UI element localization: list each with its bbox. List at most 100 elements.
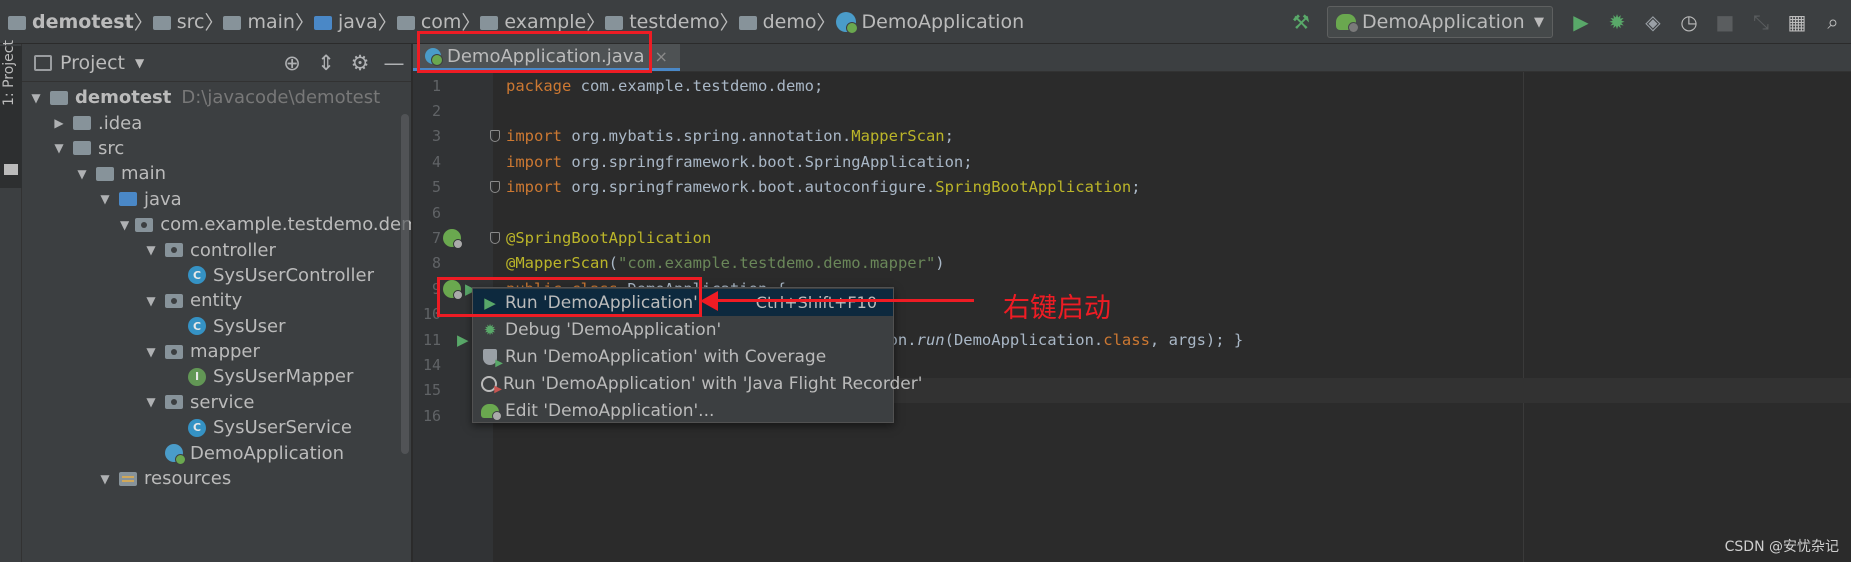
menu-item-debug[interactable]: ✹ Debug 'DemoApplication' <box>473 316 893 343</box>
chevron-down-icon[interactable]: ▼ <box>135 56 144 70</box>
tree-node[interactable]: ▼ mapper <box>22 339 411 364</box>
tree-node-label: resources <box>144 468 232 490</box>
tree-node[interactable]: I SysUserMapper <box>22 364 411 389</box>
fold-marker-icon[interactable] <box>490 232 500 245</box>
code-line[interactable]: 3 import org.mybatis.spring.annotation.Ma… <box>432 124 1851 149</box>
code-token: MapperScan <box>851 127 945 146</box>
gear-icon[interactable]: ⚙ <box>343 51 377 75</box>
expand-arrow-icon[interactable]: ▼ <box>143 294 159 308</box>
stop-icon[interactable]: ■ <box>1707 4 1743 40</box>
expand-arrow-icon[interactable]: ▼ <box>143 345 159 359</box>
expand-arrow-icon[interactable]: ▼ <box>143 395 159 409</box>
expand-arrow-icon[interactable]: ▼ <box>28 91 44 105</box>
breadcrumb-label: com <box>420 10 462 33</box>
code-line[interactable]: 1 package com.example.testdemo.demo; <box>432 73 1851 98</box>
gutter-run-icon[interactable]: ▶ <box>457 331 469 349</box>
menu-item-coverage[interactable]: Run 'DemoApplication' with Coverage <box>473 343 893 370</box>
debug-icon[interactable]: ✹ <box>1599 4 1635 40</box>
menu-item-shortcut: Ctrl+Shift+F10 <box>755 293 877 312</box>
tree-node-label: SysUserService <box>213 417 353 439</box>
code-token: org.springframework.boot.autoconfigure. <box>571 178 936 197</box>
close-icon[interactable]: × <box>655 47 668 66</box>
chevron-right-icon: 〉 <box>294 12 314 34</box>
tree-node[interactable]: ▼ entity <box>22 288 411 313</box>
breadcrumb-item[interactable]: example <box>480 11 586 33</box>
breadcrumb-label: main <box>247 10 295 33</box>
project-tool-tab[interactable]: 1: Project <box>0 40 22 188</box>
tree-node[interactable]: ▼ service <box>22 390 411 415</box>
tree-node[interactable]: ▼ demotest D:\javacode\demotest <box>22 85 411 110</box>
tree-node[interactable]: C SysUserController <box>22 263 411 288</box>
tab-demo-application[interactable]: DemoApplication.java × <box>413 44 680 71</box>
tree-node[interactable]: C SysUser <box>22 314 411 339</box>
run-icon[interactable]: ▶ <box>1563 4 1599 40</box>
code-line[interactable]: 2 <box>432 98 1851 123</box>
build-hammer-icon[interactable]: ⚒ <box>1283 4 1319 40</box>
code-token: , args); } <box>1149 330 1244 349</box>
run-configuration-label: DemoApplication <box>1362 11 1525 33</box>
tree-node[interactable]: ▼ resources <box>22 466 411 491</box>
spring-bean-gutter-icon[interactable] <box>443 279 463 300</box>
menu-item-run[interactable]: ▶ Run 'DemoApplication' Ctrl+Shift+F10 <box>473 289 893 316</box>
project-tree-scrollbar[interactable] <box>401 114 409 454</box>
breadcrumb-item[interactable]: demotest <box>8 11 134 33</box>
tree-node[interactable]: ▼ main <box>22 161 411 186</box>
tree-node[interactable]: ▼ com.example.testdemo.demo <box>22 212 411 237</box>
line-number: 5 <box>431 178 441 197</box>
profiler-icon[interactable]: ◷ <box>1671 4 1707 40</box>
chevron-right-icon: 〉 <box>816 12 836 34</box>
tree-node-label: mapper <box>190 341 260 363</box>
menu-item-edit-config[interactable]: Edit 'DemoApplication'... <box>473 397 893 424</box>
coverage-icon[interactable]: ◈ <box>1635 4 1671 40</box>
folder-icon <box>152 15 171 30</box>
tree-node[interactable]: ▼ controller <box>22 237 411 262</box>
expand-arrow-icon[interactable]: ▼ <box>51 141 67 155</box>
project-structure-icon[interactable]: ▦ <box>1779 4 1815 40</box>
expand-arrow-icon[interactable]: ▼ <box>97 472 113 486</box>
tree-node[interactable]: DemoApplication <box>22 440 411 466</box>
breadcrumb-item[interactable]: java <box>313 11 378 33</box>
breadcrumb-item[interactable]: testdemo <box>605 11 720 33</box>
collapse-arrow-icon[interactable]: ▶ <box>51 116 67 130</box>
hide-panel-icon[interactable]: — <box>377 51 411 75</box>
code-line[interactable]: 7 @SpringBootApplication <box>432 225 1851 250</box>
tree-node-label: SysUserMapper <box>213 366 354 388</box>
locate-file-icon[interactable]: ⊕ <box>275 51 309 75</box>
tree-node[interactable]: C SysUserService <box>22 415 411 440</box>
chevron-right-icon: 〉 <box>586 12 606 34</box>
expand-arrow-icon[interactable]: ▼ <box>97 192 113 206</box>
menu-item-flight-recorder[interactable]: Run 'DemoApplication' with 'Java Flight … <box>473 370 922 397</box>
vcs-icon[interactable]: ⤡ <box>1743 4 1779 40</box>
chevron-right-icon: 〉 <box>719 12 739 34</box>
project-view-selector[interactable]: Project <box>60 52 125 74</box>
expand-arrow-icon[interactable]: ▼ <box>120 218 129 232</box>
code-line[interactable]: 5 import org.springframework.boot.autocon… <box>432 175 1851 200</box>
flight-recorder-icon <box>481 375 502 395</box>
breadcrumb-item[interactable]: com <box>396 10 462 33</box>
code-line[interactable]: 4 import org.springframework.boot.SpringA… <box>432 149 1851 174</box>
tree-node[interactable]: ▶ .idea <box>22 110 411 135</box>
expand-arrow-icon[interactable]: ▼ <box>74 167 90 181</box>
collapse-all-icon[interactable]: ⇕ <box>309 51 343 75</box>
tree-node[interactable]: ▼ java <box>22 187 411 212</box>
breadcrumb-item[interactable]: src <box>152 11 204 33</box>
line-number: 7 <box>431 229 441 248</box>
tree-node-label: DemoApplication <box>190 442 345 464</box>
java-class-icon: C <box>188 266 206 285</box>
expand-arrow-icon[interactable]: ▼ <box>143 243 159 257</box>
breadcrumb-item[interactable]: demo <box>738 11 817 33</box>
fold-marker-icon[interactable] <box>490 181 500 194</box>
spring-bean-gutter-icon[interactable] <box>443 229 463 250</box>
code-line[interactable]: 8 @MapperScan("com.example.testdemo.demo.… <box>432 251 1851 276</box>
menu-item-label: Run 'DemoApplication' with Coverage <box>505 346 827 367</box>
annotation-arrow-head <box>700 291 718 311</box>
run-configuration-select[interactable]: DemoApplication ▼ <box>1327 6 1553 38</box>
project-view-icon <box>34 54 52 71</box>
code-line[interactable]: 6 <box>432 200 1851 225</box>
code-token: ( <box>608 254 618 273</box>
search-icon[interactable]: ⌕ <box>1815 4 1851 40</box>
breadcrumb-item[interactable]: DemoApplication <box>835 11 1024 34</box>
breadcrumb-item[interactable]: main <box>223 10 295 33</box>
tree-node[interactable]: ▼ src <box>22 136 411 161</box>
fold-marker-icon[interactable] <box>490 130 500 143</box>
